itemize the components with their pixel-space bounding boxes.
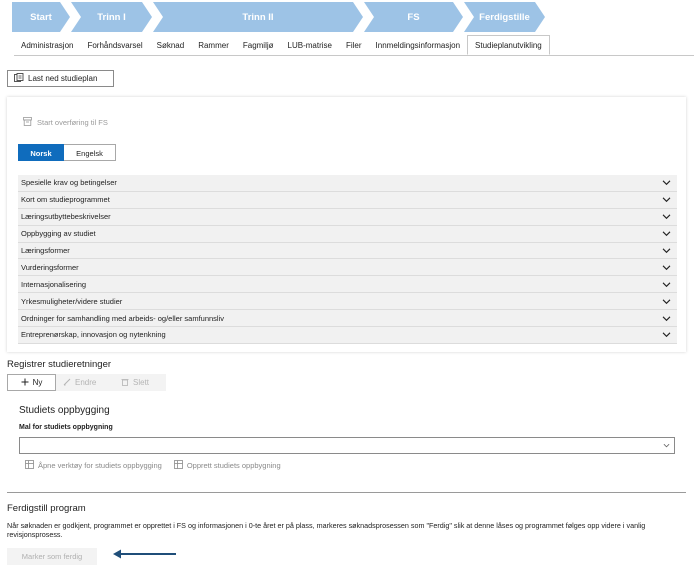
open-tool-label: Åpne verktøy for studiets oppbygging: [38, 461, 162, 470]
chevron-down-icon: [662, 180, 671, 186]
open-tool-button[interactable]: Åpne verktøy for studiets oppbygging: [25, 460, 162, 471]
step-start[interactable]: Start: [12, 2, 70, 32]
document-download-icon: [14, 72, 24, 85]
mal-field-label: Mal for studiets oppbygning: [19, 424, 113, 431]
plus-icon: [21, 378, 29, 388]
accordion-item[interactable]: Læringsformer: [18, 242, 677, 260]
tab-lub-matrise[interactable]: LUB-matrise: [281, 37, 339, 55]
accordion-item[interactable]: Internasjonalisering: [18, 276, 677, 294]
new-button[interactable]: Ny: [7, 374, 56, 391]
finish-description: Når søknaden er godkjent, programmet er …: [7, 521, 646, 540]
edit-button[interactable]: Endre: [56, 374, 114, 391]
accordion-item[interactable]: Entreprenørskap, innovasjon og nytenknin…: [18, 327, 677, 344]
start-transfer-label: Start overføring til FS: [37, 118, 108, 127]
tab-rammer[interactable]: Rammer: [191, 37, 236, 55]
chevron-down-icon: [662, 282, 671, 287]
section-divider: [7, 492, 686, 493]
chevron-down-icon: [662, 214, 671, 220]
accordion-item-label: Vurderingsformer: [21, 262, 79, 272]
step-trinn-2-label: Trinn II: [242, 11, 274, 23]
mark-done-button[interactable]: Marker som ferdig: [7, 548, 97, 565]
chevron-down-icon: [662, 299, 671, 304]
accordion-item[interactable]: Oppbygging av studiet: [18, 225, 677, 243]
accordion-item[interactable]: Spesielle krav og betingelser: [18, 175, 677, 192]
accordion-item-label: Ordninger for samhandling med arbeids- o…: [21, 313, 225, 323]
step-fs[interactable]: FS: [364, 2, 463, 32]
tab-fagmiljo[interactable]: Fagmiljø: [236, 37, 281, 55]
trash-icon: [121, 378, 129, 388]
chevron-down-icon: [662, 332, 671, 338]
chevron-down-icon: [663, 443, 670, 448]
accordion-item-label: Kort om studieprogrammet: [21, 195, 110, 205]
step-trinn-1[interactable]: Trinn I: [71, 2, 152, 32]
chevron-down-icon: [662, 315, 671, 321]
tab-filer[interactable]: Filer: [339, 37, 369, 55]
arrow-left-icon: [113, 549, 176, 559]
studieplan-card: Start overføring til FS Norsk Engelsk Sp…: [7, 97, 686, 352]
start-transfer-button[interactable]: Start overføring til FS: [23, 117, 108, 128]
accordion-item-label: Yrkesmuligheter/videre studier: [21, 296, 123, 306]
step-fs-label: FS: [407, 11, 420, 23]
step-start-label: Start: [30, 11, 52, 23]
accordion-item-label: Oppbygging av studiet: [21, 229, 96, 239]
accordion-item[interactable]: Kort om studieprogrammet: [18, 191, 677, 209]
table-add-icon: [173, 460, 183, 471]
delete-button-label: Slett: [133, 378, 150, 387]
pencil-icon: [63, 378, 71, 388]
accordion-item-label: Læringsutbyttebeskrivelser: [21, 212, 111, 222]
tab-studieplanutvikling[interactable]: Studieplanutvikling: [467, 35, 550, 55]
tab-soknad[interactable]: Søknad: [150, 37, 192, 55]
chevron-down-icon: [662, 265, 671, 270]
oppbygging-actions: Åpne verktøy for studiets oppbygging Opp…: [25, 460, 281, 471]
accordion-item-label: Spesielle krav og betingelser: [21, 178, 117, 188]
chevron-down-icon: [662, 231, 671, 237]
create-oppbygging-label: Opprett studiets oppbygning: [186, 461, 281, 470]
accordion-item[interactable]: Yrkesmuligheter/videre studier: [18, 293, 677, 311]
language-norsk-button[interactable]: Norsk: [18, 144, 64, 161]
tabs-divider: [14, 55, 694, 56]
oppbygging-title: Studiets oppbygging: [19, 405, 110, 416]
step-trinn-1-label: Trinn I: [97, 11, 126, 23]
process-stepper: Start Trinn I Trinn II FS Ferdigstille: [12, 2, 552, 32]
download-studieplan-button[interactable]: Last ned studieplan: [7, 70, 114, 87]
step-ferdigstille[interactable]: Ferdigstille: [464, 2, 545, 32]
studieretninger-commandbar: Ny Endre Slett: [7, 374, 166, 391]
mal-select[interactable]: [19, 437, 675, 454]
language-engelsk-button[interactable]: Engelsk: [64, 144, 116, 161]
tab-forhandsvarsel[interactable]: Forhåndsvarsel: [80, 37, 149, 55]
chevron-down-icon: [662, 197, 671, 203]
new-button-label: Ny: [32, 378, 43, 387]
delete-button[interactable]: Slett: [114, 374, 166, 391]
tab-innmeldingsinformasjon[interactable]: Innmeldingsinformasjon: [369, 37, 468, 55]
step-trinn-2[interactable]: Trinn II: [153, 2, 363, 32]
accordion-list: Spesielle krav og betingelser Kort om stu…: [18, 175, 677, 344]
create-oppbygging-button[interactable]: Opprett studiets oppbygning: [173, 460, 281, 471]
finish-title: Ferdigstill program: [7, 503, 86, 514]
accordion-item[interactable]: Læringsutbyttebeskrivelser: [18, 208, 677, 226]
accordion-item-label: Entreprenørskap, innovasjon og nytenknin…: [21, 330, 166, 340]
accordion-item-label: Læringsformer: [21, 246, 70, 255]
accordion-item[interactable]: Ordninger for samhandling med arbeids- o…: [18, 310, 677, 328]
accordion-item[interactable]: Vurderingsformer: [18, 259, 677, 277]
studieretninger-title: Registrer studieretninger: [7, 359, 112, 370]
tab-administrasjon[interactable]: Administrasjon: [14, 37, 80, 55]
download-studieplan-label: Last ned studieplan: [28, 74, 98, 83]
step-ferdigstille-label: Ferdigstille: [479, 11, 530, 23]
language-toggle: Norsk Engelsk: [18, 144, 116, 161]
edit-button-label: Endre: [75, 378, 97, 387]
archive-icon: [23, 117, 32, 128]
tab-bar: Administrasjon Forhåndsvarsel Søknad Ram…: [14, 35, 550, 55]
chevron-down-icon: [662, 248, 671, 254]
table-icon: [25, 460, 34, 471]
accordion-item-label: Internasjonalisering: [21, 279, 87, 289]
